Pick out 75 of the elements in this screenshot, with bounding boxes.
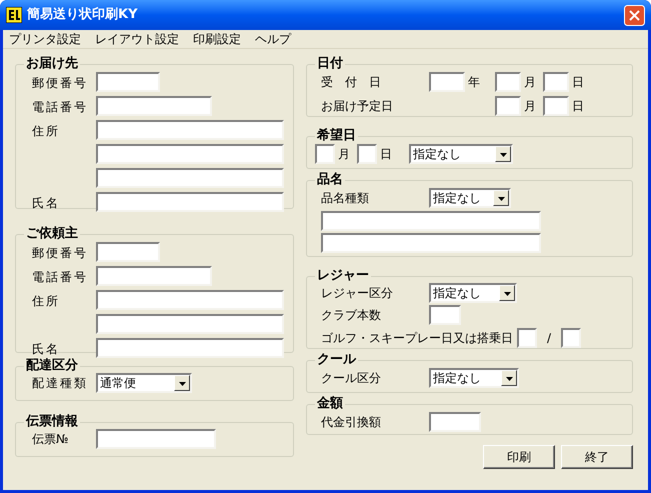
field-label: 日 (571, 98, 585, 115)
text-field[interactable] (543, 96, 569, 116)
field-label: 郵便番号 (32, 76, 88, 90)
menu-item[interactable]: ヘルプ (255, 30, 291, 48)
text-field[interactable] (315, 144, 335, 164)
field-label: 品名種類 (321, 190, 370, 207)
action-button[interactable]: 終了 (561, 445, 633, 469)
text-field[interactable] (96, 266, 212, 286)
field-label: クール区分 (321, 370, 382, 387)
field-label: 氏名 (32, 342, 60, 356)
text-field[interactable] (543, 72, 569, 92)
text-field[interactable] (96, 120, 284, 140)
dropdown[interactable]: 指定なし (429, 368, 519, 388)
group-title: 希望日 (316, 129, 357, 143)
field-label: 郵便番号 (32, 246, 88, 260)
text-field[interactable] (96, 429, 216, 449)
text-field[interactable] (96, 314, 284, 334)
window-title: 簡易送り状印刷KY (27, 6, 138, 24)
field-label: 氏名 (32, 196, 60, 210)
text-field[interactable] (321, 211, 541, 231)
field-label: 配達種類 (32, 375, 89, 392)
text-field[interactable] (495, 72, 521, 92)
group-title: クール (316, 353, 358, 367)
text-field[interactable] (96, 192, 284, 212)
menu-item[interactable]: レイアウト設定 (95, 30, 179, 48)
field-label: 月 (523, 74, 537, 91)
text-field[interactable] (495, 96, 521, 116)
field-label: レジャー区分 (321, 285, 394, 302)
field-label: 電話番号 (32, 270, 88, 284)
group-title: 配達区分 (25, 359, 79, 373)
field-label: 受 付 日 (321, 74, 382, 91)
field-label: 住所 (32, 124, 60, 138)
text-field[interactable] (96, 144, 284, 164)
group-title: 品名 (316, 173, 344, 187)
field-label: 年 (467, 74, 481, 91)
text-field[interactable] (96, 168, 284, 188)
field-label: 伝票№ (32, 431, 70, 448)
field-label: 月 (337, 146, 351, 163)
dropdown[interactable]: 指定なし (429, 283, 517, 303)
text-field[interactable] (429, 412, 481, 432)
text-field[interactable] (96, 290, 284, 310)
field-label: クラブ本数 (321, 307, 382, 324)
group-title: ご依頼主 (25, 227, 79, 241)
field-label: 月 (523, 98, 537, 115)
menu-item[interactable]: 印刷設定 (193, 30, 241, 48)
text-field[interactable] (96, 338, 284, 358)
text-field[interactable] (96, 242, 160, 262)
field-label: 日 (571, 74, 585, 91)
field-label: お届け予定日 (321, 98, 394, 115)
text-field[interactable] (96, 96, 212, 116)
text-field[interactable] (357, 144, 377, 164)
text-field[interactable] (517, 328, 537, 348)
text-field[interactable] (321, 233, 541, 253)
text-field[interactable] (561, 328, 581, 348)
dropdown[interactable]: 指定なし (409, 144, 513, 164)
text-field[interactable] (96, 72, 160, 92)
text-field[interactable] (429, 72, 465, 92)
field-label: / (546, 330, 552, 347)
action-button[interactable]: 印刷 (483, 445, 555, 469)
field-label: ゴルフ・スキープレー日又は搭乗日 (321, 330, 513, 347)
field-label: 住所 (32, 294, 60, 308)
field-label: 代金引換額 (321, 414, 382, 431)
app-icon (6, 7, 22, 23)
group-title: 金額 (316, 397, 344, 411)
field-label: 日 (379, 146, 393, 163)
field-label: 電話番号 (32, 100, 88, 114)
dropdown[interactable]: 通常便 (96, 373, 192, 393)
group-title: 日付 (316, 57, 344, 71)
menu-item[interactable]: プリンタ設定 (9, 30, 81, 48)
group-title: 伝票情報 (24, 415, 79, 429)
dropdown[interactable]: 指定なし (429, 188, 511, 208)
group-title: レジャー (316, 269, 370, 283)
group-title: お届け先 (25, 57, 79, 71)
text-field[interactable] (429, 305, 461, 325)
close-icon[interactable] (624, 4, 645, 26)
